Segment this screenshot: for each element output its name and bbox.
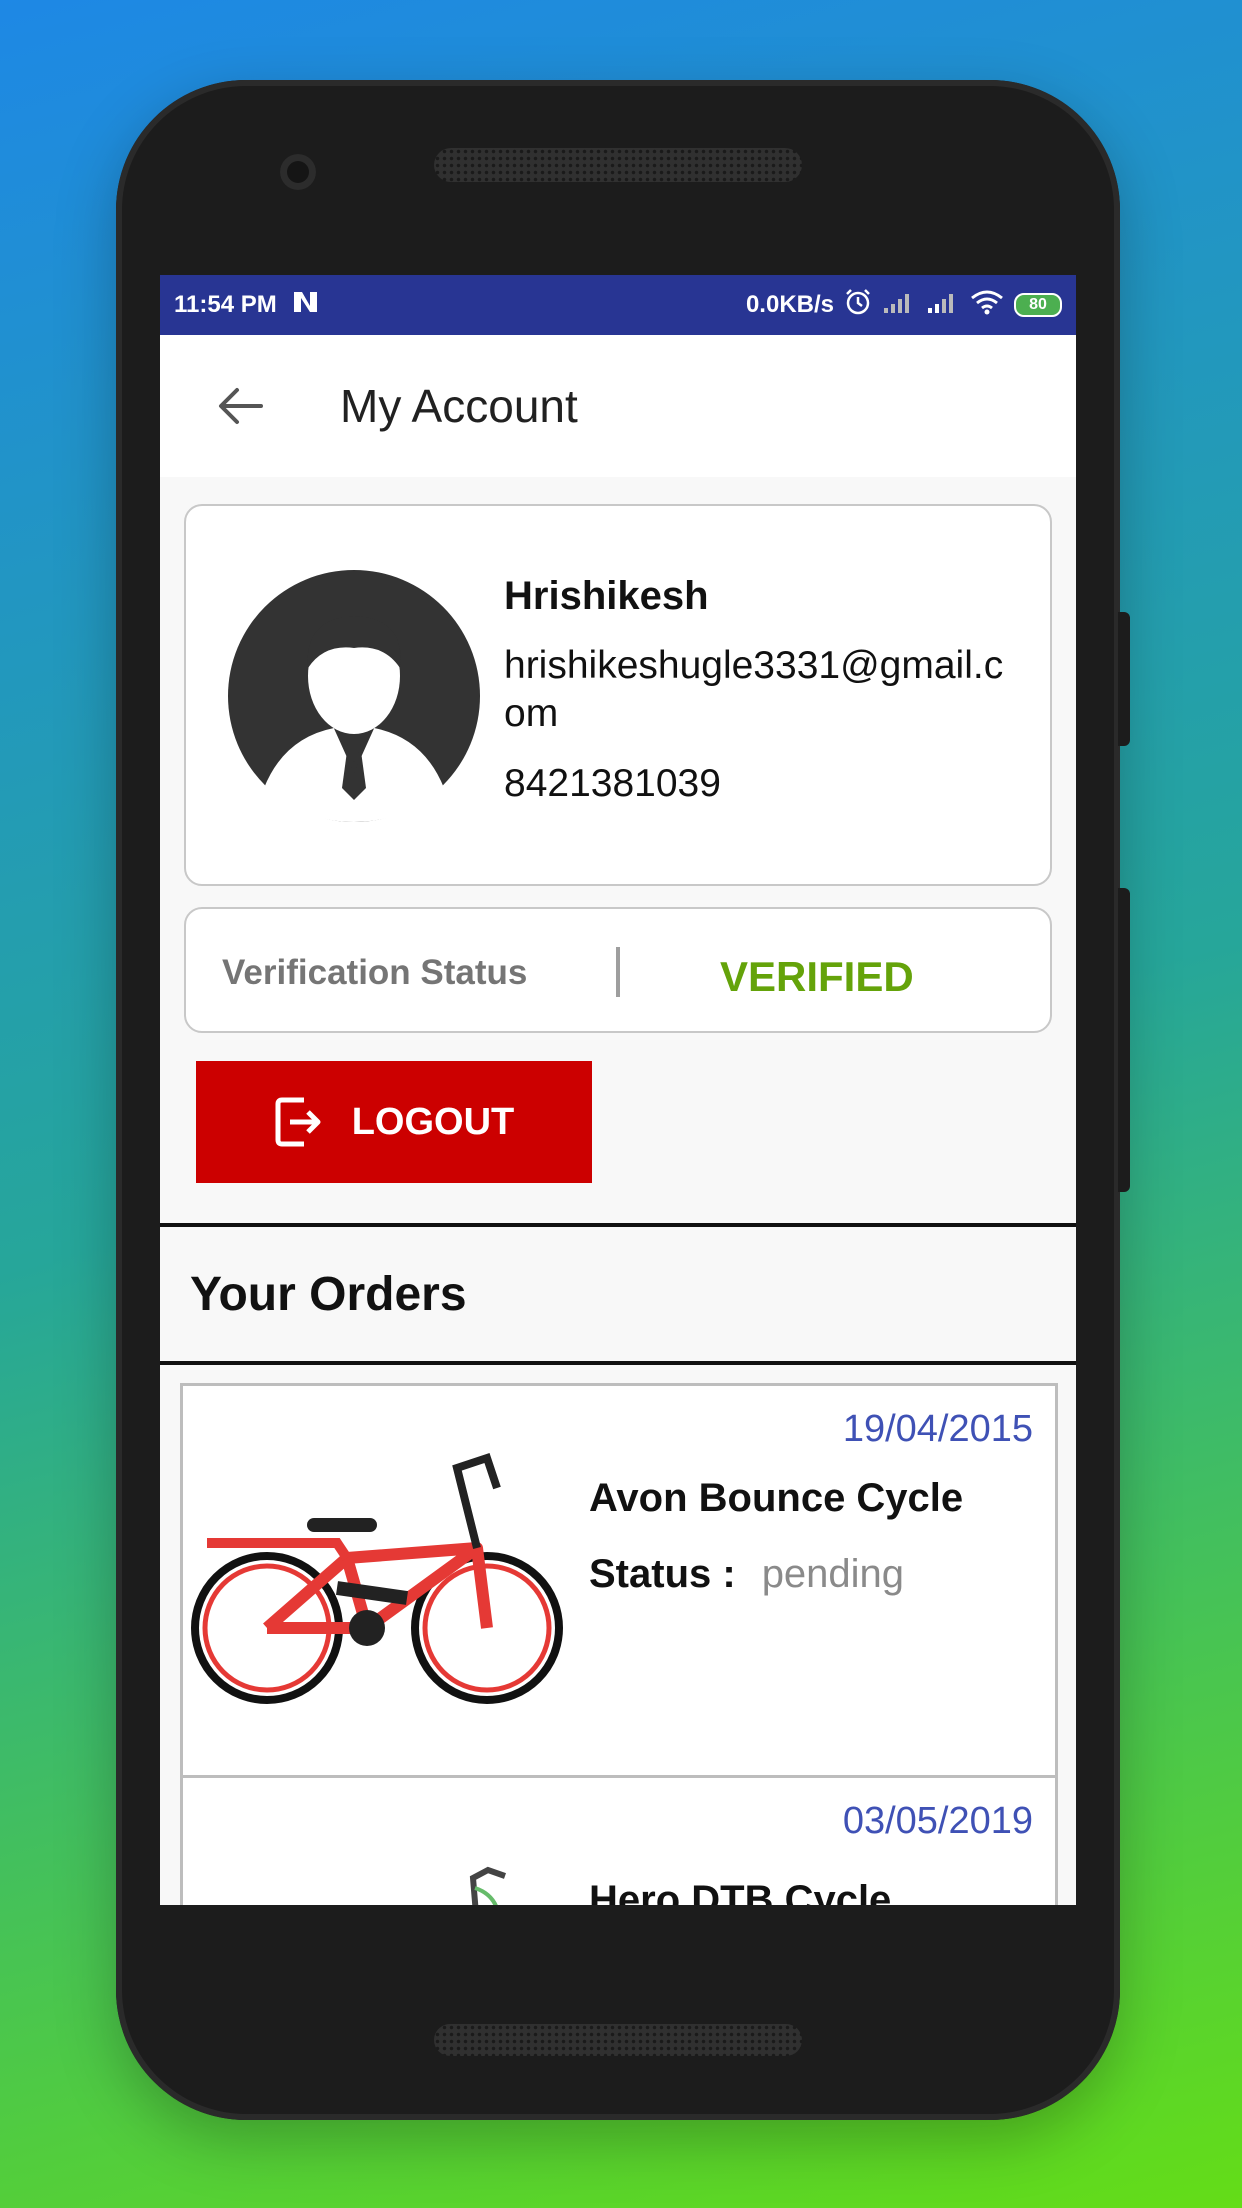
back-button[interactable] xyxy=(200,366,280,446)
page-title: My Account xyxy=(340,380,578,432)
profile-name: Hrishikesh xyxy=(504,574,709,618)
verification-card: Verification Status VERIFIED xyxy=(184,907,1052,1033)
profile-card: Hrishikesh hrishikeshugle3331@gmail.com … xyxy=(184,504,1052,886)
user-avatar-icon xyxy=(228,570,480,822)
profile-phone: 8421381039 xyxy=(504,762,721,805)
logout-label: LOGOUT xyxy=(351,1100,515,1143)
bicycle-image xyxy=(469,1866,506,1905)
order-product-name: Avon Bounce Cycle xyxy=(589,1476,964,1520)
order-date: 19/04/2015 xyxy=(842,1408,1033,1450)
orders-title: Your Orders xyxy=(190,1268,467,1321)
status-bar: 11:54 PM 0.0KB/s 80 xyxy=(160,275,1076,335)
network-speed: 0.0KB/s xyxy=(745,291,834,318)
front-camera xyxy=(280,154,316,190)
order-product-name: Hero DTB Cycle xyxy=(589,1878,892,1905)
order-date: 03/05/2019 xyxy=(842,1800,1033,1842)
profile-email: hrishikeshugle3331@gmail.com xyxy=(504,644,1004,735)
order-item[interactable]: 19/04/2015 Avon Bounce Cycle Status : pen… xyxy=(180,1383,1058,1783)
bicycle-image xyxy=(191,1452,563,1704)
verification-status: VERIFIED xyxy=(720,953,914,1000)
alarm-icon xyxy=(844,288,872,323)
orders-section-header: Your Orders xyxy=(160,1223,1076,1365)
n-notification-icon xyxy=(291,289,321,322)
wifi-icon xyxy=(970,289,1004,322)
divider xyxy=(616,947,620,997)
bottom-speaker xyxy=(434,2024,802,2056)
status-value: pending xyxy=(761,1552,905,1596)
app-screen: 11:54 PM 0.0KB/s 80 My Account Hrishikes… xyxy=(160,275,1076,1905)
signal-icon xyxy=(882,290,916,321)
arrow-left-icon xyxy=(219,388,263,424)
verification-label: Verification Status xyxy=(222,953,528,992)
order-status: Status : pending xyxy=(589,1552,904,1597)
logout-icon xyxy=(275,1097,321,1147)
signal-icon-2 xyxy=(926,290,960,321)
logout-button[interactable]: LOGOUT xyxy=(196,1061,592,1183)
volume-button xyxy=(1118,612,1130,746)
app-bar: My Account xyxy=(160,335,1076,477)
order-item[interactable]: 03/05/2019 Hero DTB Cycle xyxy=(180,1775,1058,1905)
power-button xyxy=(1118,888,1130,1192)
battery-icon: 80 xyxy=(1014,293,1062,317)
status-label: Status : xyxy=(589,1552,736,1596)
earpiece-speaker xyxy=(434,148,802,182)
clock: 11:54 PM xyxy=(174,291,277,318)
